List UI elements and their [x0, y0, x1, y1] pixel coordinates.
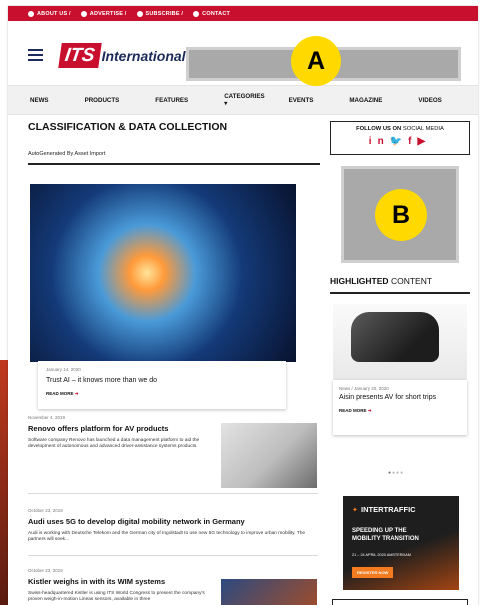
- highlight-card[interactable]: News / January 20, 2020 Aisin presents A…: [333, 380, 467, 435]
- featured-date: January 14, 2020: [46, 367, 81, 372]
- ad-label-b: B: [375, 189, 427, 241]
- article-excerpt: Software company Renovo has launched a d…: [28, 438, 200, 450]
- featured-card[interactable]: January 14, 2020 Trust AI – it knows mor…: [38, 361, 286, 409]
- nav-events[interactable]: EVENTS: [289, 97, 314, 104]
- about-us-link[interactable]: ABOUT US /: [28, 10, 71, 17]
- autogen-note: AutoGenerated By Asset Import: [28, 151, 106, 157]
- article-thumbnail-renovo[interactable]: [221, 423, 317, 488]
- nav-products[interactable]: PRODUCTS: [85, 97, 120, 104]
- featured-readmore[interactable]: READ MORE ➔: [46, 391, 278, 397]
- intertraffic-logo-icon: ✦: [352, 507, 358, 514]
- article-title[interactable]: Audi uses 5G to develop digital mobility…: [28, 517, 318, 526]
- section-title: CLASSIFICATION & DATA COLLECTION: [28, 121, 228, 133]
- highlighted-divider: [330, 292, 470, 294]
- nav-categories[interactable]: CATEGORIES ▾: [224, 93, 264, 107]
- sidebar: FOLLOW US ON SOCIAL MEDIA in🐦f▶ B HIGHLI…: [330, 121, 470, 605]
- article-title[interactable]: Kistler weighs in with its WIM systems: [28, 577, 213, 586]
- megaphone-icon: [80, 10, 87, 17]
- highlight-date: News / January 20, 2020: [339, 386, 389, 391]
- article-excerpt: Swiss-headquartered Kistler is using ITS…: [28, 591, 205, 603]
- advertise-link[interactable]: ADVERTISE /: [80, 10, 127, 17]
- linkedin-icon[interactable]: in: [369, 136, 390, 147]
- article-thumbnail-kistler[interactable]: [221, 579, 317, 605]
- hamburger-menu-icon[interactable]: [28, 49, 43, 64]
- ad-label-a: A: [291, 36, 341, 86]
- highlight-title[interactable]: Aisin presents AV for short trips: [339, 394, 461, 401]
- arrow-right-icon: ➔: [367, 408, 372, 413]
- contact-link[interactable]: CONTACT: [193, 10, 230, 17]
- follow-us-box: FOLLOW US ON SOCIAL MEDIA in🐦f▶: [330, 121, 470, 155]
- twitter-icon[interactable]: 🐦: [390, 136, 408, 147]
- carousel-dots[interactable]: ●●●●: [388, 470, 404, 476]
- article-item: October 23, 2019 Audi uses 5G to develop…: [28, 508, 318, 544]
- nav-news[interactable]: NEWS: [30, 97, 49, 104]
- user-icon: [193, 10, 200, 17]
- featured-brain-image[interactable]: [30, 184, 296, 362]
- highlighted-heading: HIGHLIGHTED CONTENT: [330, 276, 433, 286]
- site-header: ITS International A: [8, 21, 478, 86]
- register-now-button[interactable]: REGISTER NOW: [352, 567, 394, 578]
- intertraffic-ad[interactable]: ✦ INTERTRAFFIC SPEEDING UP THE MOBILITY T…: [343, 496, 459, 590]
- highlight-readmore[interactable]: READ MORE ➔: [339, 408, 461, 414]
- logo-mark: ITS: [58, 43, 102, 68]
- webpage: ABOUT US / ADVERTISE / SUBSCRIBE / CONTA…: [8, 6, 478, 605]
- main-navigation: NEWS PRODUCTS FEATURES CATEGORIES ▾ EVEN…: [8, 85, 478, 115]
- article-date: October 23, 2019: [28, 568, 63, 573]
- newspaper-icon: [136, 10, 143, 17]
- nav-videos[interactable]: VIDEOS: [418, 97, 441, 104]
- highlight-vehicle-image[interactable]: [333, 304, 467, 380]
- nav-features[interactable]: FEATURES: [155, 97, 188, 104]
- site-logo[interactable]: ITS International: [58, 43, 186, 68]
- subscribe-link[interactable]: SUBSCRIBE /: [136, 10, 184, 17]
- article-excerpt: Audi is working with Deutsche Telekom an…: [28, 531, 306, 543]
- chevron-down-icon: ▾: [224, 100, 228, 107]
- youtube-icon[interactable]: ▶: [417, 136, 431, 147]
- logo-text: International: [101, 47, 186, 64]
- article-date: November 4, 2019: [28, 415, 66, 420]
- article-date: October 23, 2019: [28, 508, 63, 513]
- top-utility-bar: ABOUT US / ADVERTISE / SUBSCRIBE / CONTA…: [8, 6, 478, 21]
- article-title[interactable]: Renovo offers platform for AV products: [28, 424, 213, 433]
- info-icon: [28, 10, 34, 17]
- featured-title[interactable]: Trust AI – it knows more than we do: [46, 377, 278, 384]
- nav-magazine[interactable]: MAGAZINE: [349, 97, 382, 104]
- main-content: CLASSIFICATION & DATA COLLECTION AutoGen…: [28, 121, 320, 605]
- section-divider: [28, 163, 320, 165]
- arrow-right-icon: ➔: [74, 391, 79, 396]
- next-widget-box: [332, 599, 468, 605]
- social-icons: in🐦f▶: [331, 136, 469, 147]
